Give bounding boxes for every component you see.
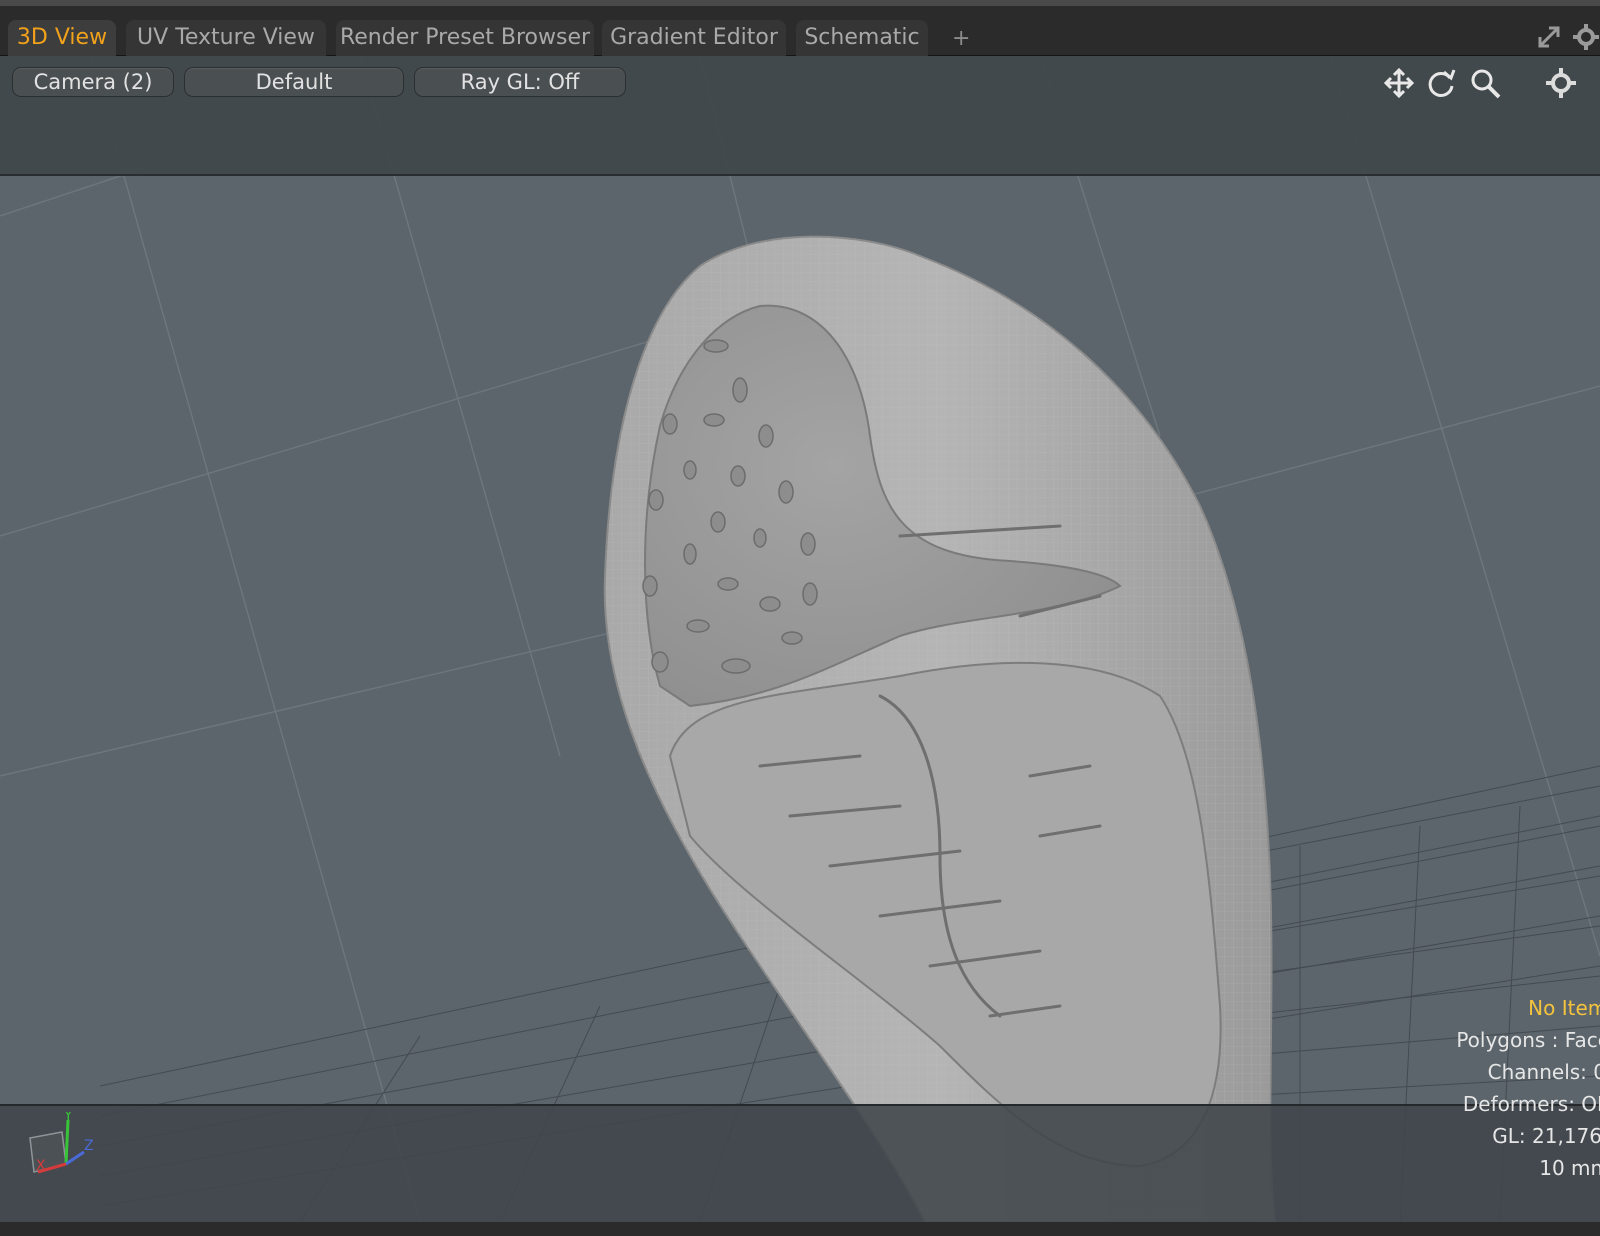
info-channels: Channels: 0 — [1487, 1060, 1600, 1084]
info-polygons: Polygons : Face — [1456, 1028, 1600, 1052]
viewport-settings-icon[interactable] — [1544, 66, 1578, 100]
maximize-icon[interactable] — [1534, 22, 1564, 52]
gear-icon[interactable] — [1572, 23, 1600, 51]
move-icon[interactable] — [1382, 66, 1416, 100]
zoom-icon[interactable] — [1468, 66, 1502, 100]
svg-text:Y: Y — [63, 1112, 73, 1124]
tab-uv-texture-view[interactable]: UV Texture View — [126, 20, 326, 56]
tab-gradient-editor[interactable]: Gradient Editor — [602, 20, 786, 56]
shoe-sole-model — [603, 235, 1277, 1222]
3d-viewport[interactable]: Camera (2) Default Ray GL: Off Y Z X No … — [0, 56, 1600, 1222]
add-tab-button[interactable]: + — [952, 26, 970, 51]
info-grid-scale: 10 mm — [1539, 1156, 1600, 1180]
viewport-header: Camera (2) Default Ray GL: Off — [0, 56, 1600, 176]
shading-style-dropdown[interactable]: Default — [184, 67, 404, 97]
window-controls — [1530, 20, 1600, 56]
info-gl-count: GL: 21,176 — [1492, 1124, 1600, 1148]
raygl-toggle[interactable]: Ray GL: Off — [414, 67, 626, 97]
tab-bar: 3D View UV Texture View Render Preset Br… — [0, 0, 1600, 56]
viewport-footer: Y Z X — [0, 1104, 1600, 1222]
axis-gizmo-icon: Y Z X — [29, 1112, 94, 1174]
viewport-scene — [0, 56, 1600, 1222]
tab-schematic[interactable]: Schematic — [796, 20, 928, 56]
tab-3d-view[interactable]: 3D View — [8, 20, 116, 56]
rotate-icon[interactable] — [1424, 66, 1458, 100]
camera-dropdown[interactable]: Camera (2) — [12, 67, 174, 97]
info-item: No Item: — [1528, 996, 1600, 1020]
tab-render-preset-browser[interactable]: Render Preset Browser — [336, 20, 594, 56]
info-deformers: Deformers: ON — [1462, 1092, 1600, 1116]
bottom-border — [0, 1222, 1600, 1236]
svg-text:X: X — [36, 1158, 46, 1174]
svg-text:Z: Z — [84, 1138, 94, 1154]
